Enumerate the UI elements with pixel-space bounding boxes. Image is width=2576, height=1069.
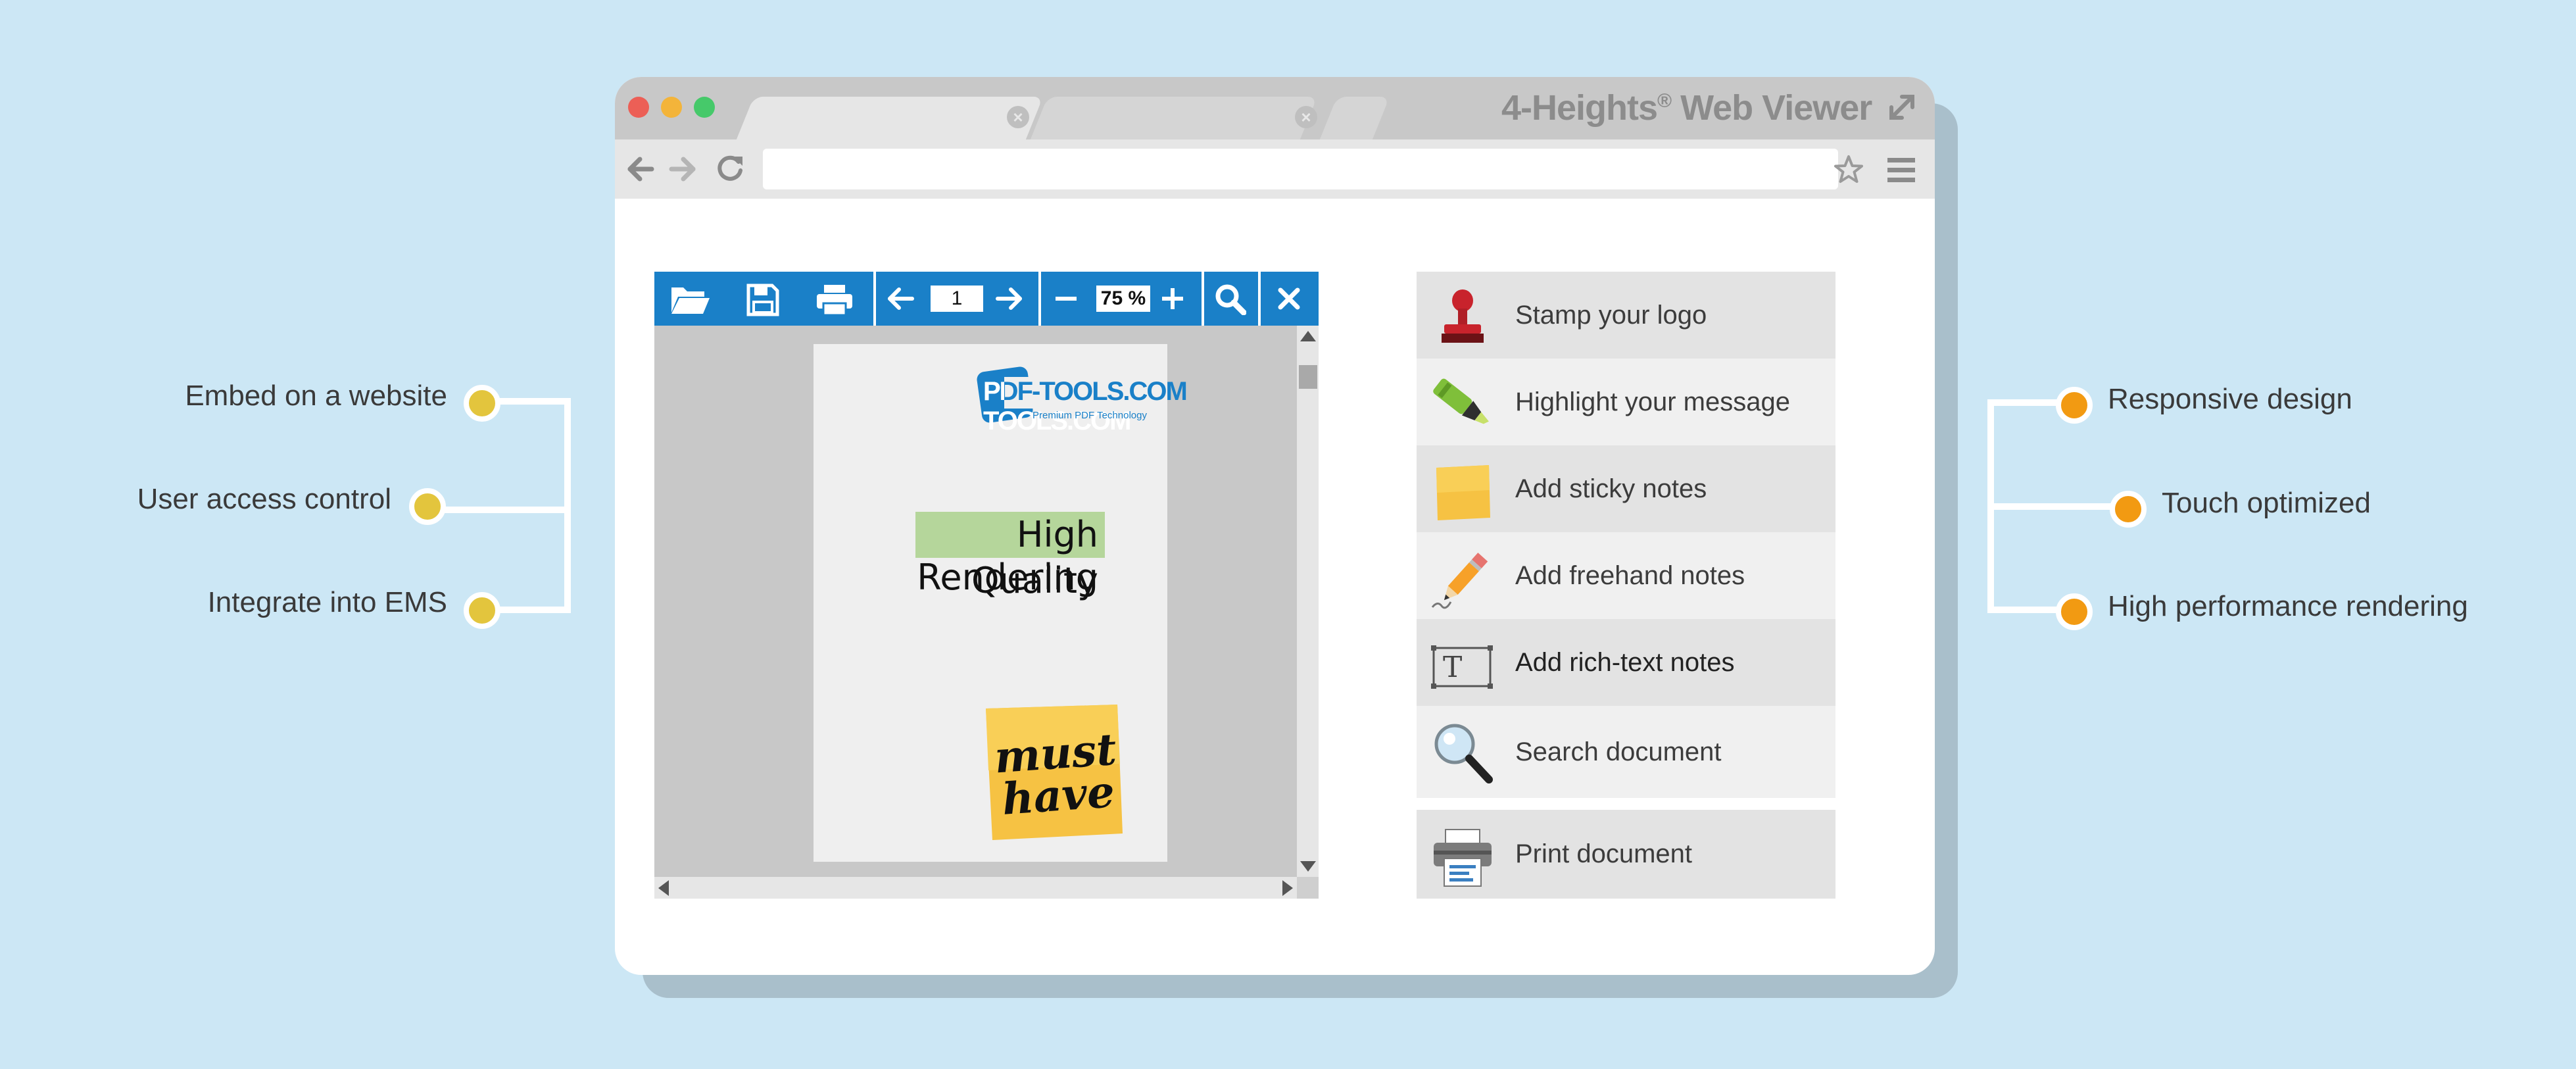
feature-item-stamp: Stamp your logo (1417, 272, 1835, 359)
toolbar-separator (1202, 272, 1204, 326)
zoom-in-icon[interactable] (1162, 288, 1183, 309)
right-feature-performance: High performance rendering (2108, 590, 2468, 622)
close-window-dot[interactable] (628, 97, 649, 118)
bullet-dot (464, 592, 500, 629)
logo-text-on-badge: PDF-TOOLS.COM (983, 377, 1004, 406)
svg-text:T: T (1443, 651, 1462, 684)
back-arrow-icon[interactable] (624, 153, 657, 186)
feature-item-highlight: Highlight your message (1417, 359, 1835, 445)
printer-icon (1434, 829, 1492, 887)
logo-tagline: Premium PDF Technology (1033, 410, 1147, 421)
bullet-dot (2056, 593, 2093, 630)
viewer-toolbar: 1 75 % (654, 272, 1319, 326)
scroll-left-arrow-icon[interactable] (658, 880, 669, 896)
left-feature-ems: Integrate into EMS (207, 586, 447, 618)
toolbar-separator (873, 272, 876, 326)
feature-label: Add sticky notes (1515, 474, 1707, 503)
feature-item-search: Search document (1417, 706, 1835, 798)
sticky-note-line-2: have (1000, 766, 1117, 825)
pencil-icon (1431, 553, 1488, 609)
page-number-input[interactable]: 1 (931, 286, 983, 312)
feature-item-rich-text-notes: T Add rich-text notes (1417, 619, 1835, 706)
title-bar: × × 4-Heights® Web Viewer (615, 77, 1935, 139)
highlighter-icon (1433, 378, 1489, 424)
next-page-icon[interactable] (995, 286, 1024, 312)
right-feature-touch: Touch optimized (2162, 487, 2371, 519)
sticky-note-text: must have (988, 724, 1125, 825)
bullet-dot (464, 385, 500, 422)
feature-label: Add freehand notes (1515, 561, 1745, 590)
toolbar-separator (1258, 272, 1261, 326)
tab-close-icon[interactable]: × (1007, 106, 1029, 128)
scroll-up-arrow-icon[interactable] (1300, 331, 1316, 341)
fullscreen-icon[interactable] (1887, 93, 1916, 122)
feature-item-freehand-notes: Add freehand notes (1417, 532, 1835, 619)
tab-close-icon[interactable]: × (1295, 106, 1317, 128)
feature-label: Add rich-text notes (1515, 648, 1735, 677)
close-viewer-icon[interactable] (1278, 287, 1300, 310)
zoom-level-input[interactable]: 75 % (1096, 286, 1150, 312)
feature-label: Stamp your logo (1515, 301, 1707, 330)
window-title: 4-Heights® Web Viewer (1501, 88, 1872, 128)
toolbar-separator (1038, 272, 1041, 326)
save-disk-icon[interactable] (746, 284, 779, 316)
feature-label: Print document (1515, 839, 1693, 868)
left-feature-access: User access control (137, 483, 391, 515)
browser-tab-active[interactable] (736, 97, 1044, 139)
bookmark-star-icon[interactable] (1833, 154, 1864, 186)
vertical-scrollbar[interactable] (1297, 326, 1319, 877)
feature-label: Highlight your message (1515, 387, 1790, 416)
connector-line (1987, 503, 2127, 510)
feature-label: Search document (1515, 737, 1722, 766)
horizontal-scrollbar[interactable] (654, 877, 1297, 899)
bullet-dot (2110, 491, 2147, 528)
scroll-corner (1297, 877, 1319, 899)
search-icon[interactable] (1215, 284, 1246, 315)
minimize-window-dot[interactable] (661, 97, 682, 118)
stamp-icon (1442, 289, 1484, 343)
scroll-down-arrow-icon[interactable] (1300, 861, 1316, 872)
connector-line (427, 507, 571, 513)
vertical-scroll-thumb[interactable] (1299, 365, 1317, 389)
open-folder-icon[interactable] (670, 284, 711, 315)
bullet-dot (2056, 387, 2093, 424)
address-bar[interactable] (763, 149, 1838, 189)
print-icon[interactable] (815, 284, 854, 316)
feature-item-sticky-notes: Add sticky notes (1417, 445, 1835, 532)
magnifier-icon (1434, 724, 1493, 783)
forward-arrow-icon[interactable] (666, 153, 699, 186)
document-page: PDF-TOOLS.COM PDF-TOOLS.COM PDF-TOOLS.CO… (814, 344, 1186, 862)
browser-tab-inactive[interactable] (1030, 97, 1318, 139)
text-box-icon: T (1431, 645, 1493, 689)
sticky-note-icon (1436, 465, 1490, 520)
feature-item-print: Print document (1417, 810, 1835, 899)
bullet-dot (409, 488, 446, 525)
maximize-window-dot[interactable] (694, 97, 715, 118)
previous-page-icon[interactable] (886, 286, 915, 312)
navigation-bar (615, 139, 1935, 199)
connector-line (564, 398, 571, 613)
new-tab-button[interactable] (1319, 97, 1390, 139)
reload-icon[interactable] (714, 153, 746, 186)
logo-text-blue: PDF-TOOLS.COM (983, 377, 1186, 406)
zoom-out-icon[interactable] (1056, 295, 1077, 303)
left-feature-embed: Embed on a website (185, 380, 447, 412)
right-feature-responsive: Responsive design (2108, 383, 2352, 415)
headline-highlighted: High Quality (971, 514, 1098, 601)
headline-second-line: Rendering (917, 557, 1098, 598)
scroll-right-arrow-icon[interactable] (1282, 880, 1293, 896)
menu-icon[interactable] (1887, 157, 1915, 183)
connector-line (1987, 399, 1994, 613)
